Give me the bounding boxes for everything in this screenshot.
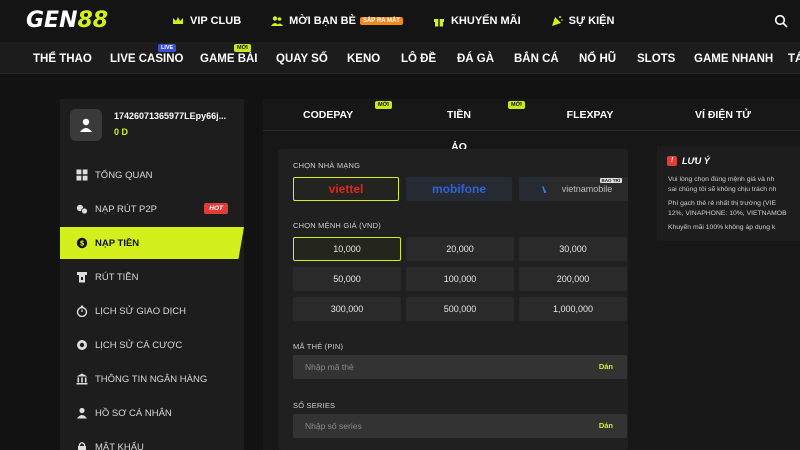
sidebar-item-overview[interactable]: TỔNG QUAN [60,159,244,191]
amount-option[interactable]: 100,000 [406,267,514,291]
chips-icon [77,340,87,350]
notice-text: 12%, VINAPHONE: 10%, VIETNAMOB [668,210,787,217]
new-badge: MỚI [234,44,251,52]
account-sidebar: 17426071365977LEpy66j... 0 D TỔNG QUAN N… [60,99,244,450]
serial-label: SỐ SERIES [293,401,336,410]
user-info: 17426071365977LEpy66j... 0 D [60,99,244,151]
amount-option[interactable]: 1,000,000 [519,297,627,321]
main-nav: THỂ THAO LIVE CASINO LIVE GAME BÀI MỚI QUA… [0,42,800,74]
notice-title: ! LƯU Ý [667,156,710,166]
nav-game-bai[interactable]: GAME BÀI MỚI [200,42,258,74]
sidebar-item-deposit[interactable]: $ NẠP TIỀN [60,227,244,259]
balance: 0 D [114,127,129,137]
nav-keno[interactable]: KENO [347,42,380,74]
lock-icon [78,442,86,450]
new-badge: MỚI [508,101,525,109]
nav-lo-de[interactable]: LÔ ĐỀ [401,42,436,74]
maintenance-badge: BẢO TRÌ [599,178,622,183]
sidebar-item-bet-history[interactable]: LỊCH SỬ CÁ CƯỢC [60,329,244,361]
invite-friends-link[interactable]: MỜI BẠN BÈ SẮP RA MẮT [271,15,403,27]
stopwatch-icon [76,305,88,317]
sidebar-item-p2p[interactable]: NẠP RÚT P2P HOT [60,193,244,225]
person-icon [77,407,87,419]
nav-da-ga[interactable]: ĐÁ GÀ [457,42,494,74]
nav-ban-ca[interactable]: BẮN CÁ [514,42,559,74]
pin-label: MÃ THẺ (PIN) [293,342,344,351]
serial-input[interactable] [293,414,583,438]
new-badge: MỚI [375,101,392,109]
notice-text: Vui lòng chọn đúng mệnh giá và nh [668,176,775,183]
nav-the-thao[interactable]: THỂ THAO [33,42,92,74]
nav-game-nhanh[interactable]: GAME NHANH [694,42,773,74]
nav-slots[interactable]: SLOTS [637,42,675,74]
amount-option[interactable]: 20,000 [406,237,514,261]
amount-option[interactable]: 50,000 [293,267,401,291]
pin-input[interactable] [293,355,583,379]
hot-badge: HOT [204,203,228,214]
pin-field: Dán [293,355,627,379]
nav-no-hu[interactable]: NỔ HŨ [579,42,616,74]
gift-icon [433,19,444,27]
tab-tien-ao[interactable]: TIỀN ẢO MỚI [438,99,525,153]
carrier-vietnamobile[interactable]: vietnamobile BẢO TRÌ [546,177,628,201]
carrier-mobifone[interactable]: mobifone [406,177,512,201]
sidebar-item-password[interactable]: MẬT KHẨU [60,431,244,450]
crown-icon [173,17,183,24]
amount-option[interactable]: 10,000 [293,237,401,261]
coins-icon [76,204,88,215]
sidebar-item-withdraw[interactable]: RÚT TIỀN [60,261,244,293]
sidebar-item-transaction-history[interactable]: LỊCH SỬ GIAO DỊCH [60,295,244,327]
payment-tabs: CODEPAY MỚI TIỀN ẢO MỚI FLEXPAY VÍ ĐIỆN TỬ [263,99,800,153]
top-header: GEN88 VIP CLUB MỜI BẠN BÈ SẮP RA MẮT KHU… [0,0,800,42]
live-badge: LIVE [158,44,177,52]
amount-option[interactable]: 500,000 [406,297,514,321]
user-icon [80,118,92,132]
notice-text: Phí gạch thẻ rẻ nhất thị trường (VIE [668,200,776,207]
withdraw-icon [77,272,87,283]
notice-text: Khuyến mãi 100% không áp dụng k [668,224,776,231]
tab-codepay[interactable]: CODEPAY MỚI [303,99,392,131]
amount-option[interactable]: 30,000 [519,237,627,261]
amount-option[interactable]: 200,000 [519,267,627,291]
users-icon [271,16,284,26]
nav-quay-so[interactable]: QUAY SỐ [276,42,328,74]
vip-club-link[interactable]: VIP CLUB [172,15,241,27]
serial-field: Dán [293,414,627,438]
alert-icon: ! [667,156,677,166]
coming-soon-badge: SẮP RA MẮT [359,17,403,25]
paste-serial-button[interactable]: Dán [599,421,613,430]
grid-icon [76,169,88,181]
deposit-main: CODEPAY MỚI TIỀN ẢO MỚI FLEXPAY VÍ ĐIỆN TỬ… [263,99,800,450]
nav-live-casino[interactable]: LIVE CASINO LIVE [110,42,183,74]
svg-text:$: $ [80,240,85,248]
events-link[interactable]: SỰ KIỆN [551,15,614,27]
paste-pin-button[interactable]: Dán [599,362,613,371]
nav-truncated[interactable]: TÁ [788,42,800,74]
party-icon [551,16,563,26]
search-icon[interactable] [774,14,788,28]
notice-text: sai chúng tôi sẽ không chịu trách nh [668,186,777,193]
promotions-link[interactable]: KHUYẾN MÃI [433,15,521,27]
bank-icon [76,373,88,385]
carrier-label: CHỌN NHÀ MẠNG [293,161,361,170]
username: 17426071365977LEpy66j... [114,111,227,121]
tab-flexpay[interactable]: FLEXPAY [565,99,615,131]
avatar[interactable] [70,109,102,141]
sidebar-item-profile[interactable]: HỒ SƠ CÁ NHÂN [60,397,244,429]
tab-vi-dien-tu[interactable]: VÍ ĐIỆN TỬ [693,99,753,131]
amount-label: CHỌN MỆNH GIÁ (VND) [293,221,381,230]
deposit-icon: $ [76,237,88,249]
notice-box: ! LƯU Ý Vui lòng chọn đúng mệnh giá và n… [657,146,800,241]
gen88-logo[interactable]: GEN88 [26,8,108,33]
top-links: VIP CLUB MỜI BẠN BÈ SẮP RA MẮT KHUYẾN MÃ… [172,0,644,42]
amount-option[interactable]: 300,000 [293,297,401,321]
sidebar-item-bank-info[interactable]: THÔNG TIN NGÂN HÀNG [60,363,244,395]
carrier-viettel[interactable]: viettel [293,177,399,201]
